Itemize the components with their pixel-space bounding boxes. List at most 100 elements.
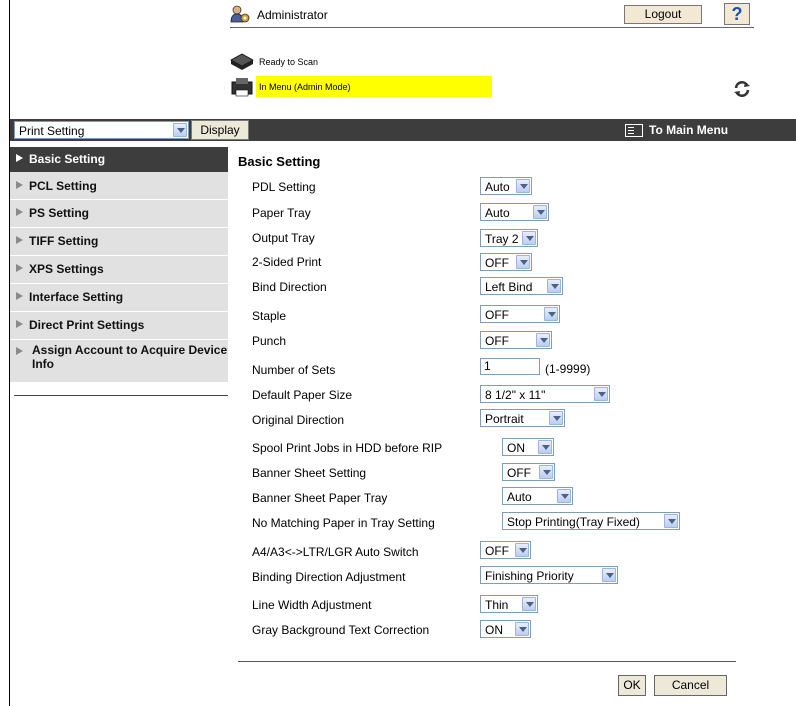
select-value: Auto: [507, 490, 532, 504]
sidebar-item-tiff-setting[interactable]: TIFF Setting: [10, 228, 228, 255]
select-value: Left Bind: [485, 280, 533, 294]
chevron-down-icon: [522, 231, 536, 245]
chevron-down-icon: [549, 411, 563, 425]
sidebar-item-basic-setting[interactable]: Basic Setting: [10, 147, 228, 172]
gray-background-correction-label: Gray Background Text Correction: [252, 623, 430, 637]
to-main-menu-link[interactable]: To Main Menu: [625, 120, 728, 140]
menu-icon: [625, 124, 643, 138]
spool-print-jobs-select[interactable]: ON: [502, 438, 554, 456]
pdl-setting-select[interactable]: Auto: [480, 177, 532, 195]
scanner-icon: [230, 53, 254, 70]
sidebar-item-label: PS Setting: [29, 206, 90, 220]
select-value: OFF: [485, 334, 509, 348]
bind-direction-select[interactable]: Left Bind: [480, 277, 563, 295]
display-button[interactable]: Display: [191, 120, 249, 140]
chevron-down-icon: [602, 568, 616, 582]
select-value: Auto: [485, 180, 510, 194]
cancel-button[interactable]: Cancel: [654, 675, 727, 696]
line-width-adjustment-label: Line Width Adjustment: [252, 598, 372, 612]
sidebar-item-interface-setting[interactable]: Interface Setting: [10, 284, 228, 311]
binding-direction-adjustment-select[interactable]: Finishing Priority: [480, 566, 618, 584]
chevron-down-icon: [516, 255, 530, 269]
no-matching-paper-select[interactable]: Stop Printing(Tray Fixed): [502, 512, 680, 530]
banner-sheet-setting-label: Banner Sheet Setting: [252, 466, 367, 480]
chevron-down-icon: [538, 440, 552, 454]
triangle-right-icon: [16, 320, 23, 328]
to-main-menu-label: To Main Menu: [649, 123, 729, 137]
two-sided-print-select[interactable]: OFF: [480, 253, 532, 271]
staple-select[interactable]: OFF: [480, 305, 560, 323]
form-bottom-divider: [238, 661, 736, 662]
sidebar-divider: [10, 339, 228, 340]
output-tray-label: Output Tray: [252, 231, 315, 245]
chevron-down-icon: [522, 597, 536, 611]
chevron-down-icon: [557, 489, 571, 503]
chevron-down-icon: [547, 279, 561, 293]
line-width-adjustment-select[interactable]: Thin: [480, 595, 538, 613]
auto-switch-select[interactable]: OFF: [480, 541, 531, 559]
refresh-icon[interactable]: [731, 78, 753, 100]
number-of-sets-input[interactable]: 1: [480, 358, 540, 375]
select-value: OFF: [507, 466, 531, 480]
sidebar-bottom-rule: [14, 395, 228, 396]
gray-background-correction-select[interactable]: ON: [480, 620, 531, 638]
number-of-sets-label: Number of Sets: [252, 363, 336, 377]
select-value: ON: [485, 623, 503, 637]
user-role-label: Administrator: [257, 8, 328, 22]
pdl-setting-label: PDL Setting: [252, 180, 316, 194]
banner-sheet-paper-tray-select[interactable]: Auto: [502, 487, 573, 505]
header-divider: [230, 27, 754, 28]
triangle-right-icon: [16, 236, 23, 244]
sidebar-item-label: Assign Account to Acquire Device Info: [32, 343, 228, 371]
scan-status-text: Ready to Scan: [259, 57, 319, 67]
select-value: 8 1/2" x 11": [485, 388, 546, 402]
two-sided-print-label: 2-Sided Print: [252, 255, 322, 269]
number-of-sets-range: (1-9999): [545, 362, 591, 376]
sidebar-item-direct-print-settings[interactable]: Direct Print Settings: [10, 312, 228, 339]
chevron-down-icon: [173, 123, 187, 137]
setting-category-select[interactable]: Print Setting: [14, 121, 189, 139]
sidebar-item-label: Basic Setting: [29, 152, 106, 166]
chevron-down-icon: [515, 543, 529, 557]
triangle-right-icon: [16, 264, 23, 272]
chevron-down-icon: [516, 179, 530, 193]
chevron-down-icon: [533, 205, 547, 219]
paper-tray-select[interactable]: Auto: [480, 203, 549, 221]
banner-sheet-setting-select[interactable]: OFF: [502, 463, 555, 481]
sidebar-item-ps-setting[interactable]: PS Setting: [10, 200, 228, 227]
sidebar-item-xps-settings[interactable]: XPS Settings: [10, 256, 228, 283]
select-value: OFF: [485, 256, 509, 270]
sidebar-item-label: PCL Setting: [29, 179, 97, 193]
select-value: Finishing Priority: [485, 569, 574, 583]
logout-button[interactable]: Logout: [624, 5, 702, 24]
chevron-down-icon: [544, 307, 558, 321]
sidebar-item-label: Interface Setting: [29, 290, 124, 304]
spool-print-jobs-label: Spool Print Jobs in HDD before RIP: [252, 441, 443, 455]
printer-icon: [231, 78, 253, 97]
mode-status-text: In Menu (Admin Mode): [259, 82, 351, 92]
help-button[interactable]: ?: [724, 3, 750, 25]
triangle-right-icon: [16, 154, 23, 162]
sidebar-item-label: XPS Settings: [29, 262, 104, 276]
select-value: OFF: [485, 308, 509, 322]
punch-select[interactable]: OFF: [480, 331, 552, 349]
triangle-right-icon: [16, 292, 23, 300]
punch-label: Punch: [252, 334, 287, 348]
select-value: Thin: [485, 598, 509, 612]
chevron-down-icon: [594, 387, 608, 401]
banner-sheet-paper-tray-label: Banner Sheet Paper Tray: [252, 491, 388, 505]
ok-button[interactable]: OK: [618, 675, 646, 696]
no-matching-paper-label: No Matching Paper in Tray Setting: [252, 516, 435, 530]
output-tray-select[interactable]: Tray 2: [480, 229, 538, 247]
original-direction-select[interactable]: Portrait: [480, 409, 565, 427]
default-paper-size-select[interactable]: 8 1/2" x 11": [480, 385, 610, 403]
original-direction-label: Original Direction: [252, 413, 345, 427]
sidebar-item-assign-account[interactable]: Assign Account to Acquire Device Info: [10, 343, 228, 379]
admin-user-icon: [230, 5, 250, 23]
chevron-down-icon: [664, 514, 678, 528]
triangle-right-icon: [16, 347, 23, 355]
select-value: ON: [507, 441, 525, 455]
sidebar-item-pcl-setting[interactable]: PCL Setting: [10, 173, 228, 199]
binding-direction-adjustment-label: Binding Direction Adjustment: [252, 570, 406, 584]
triangle-right-icon: [16, 181, 23, 189]
